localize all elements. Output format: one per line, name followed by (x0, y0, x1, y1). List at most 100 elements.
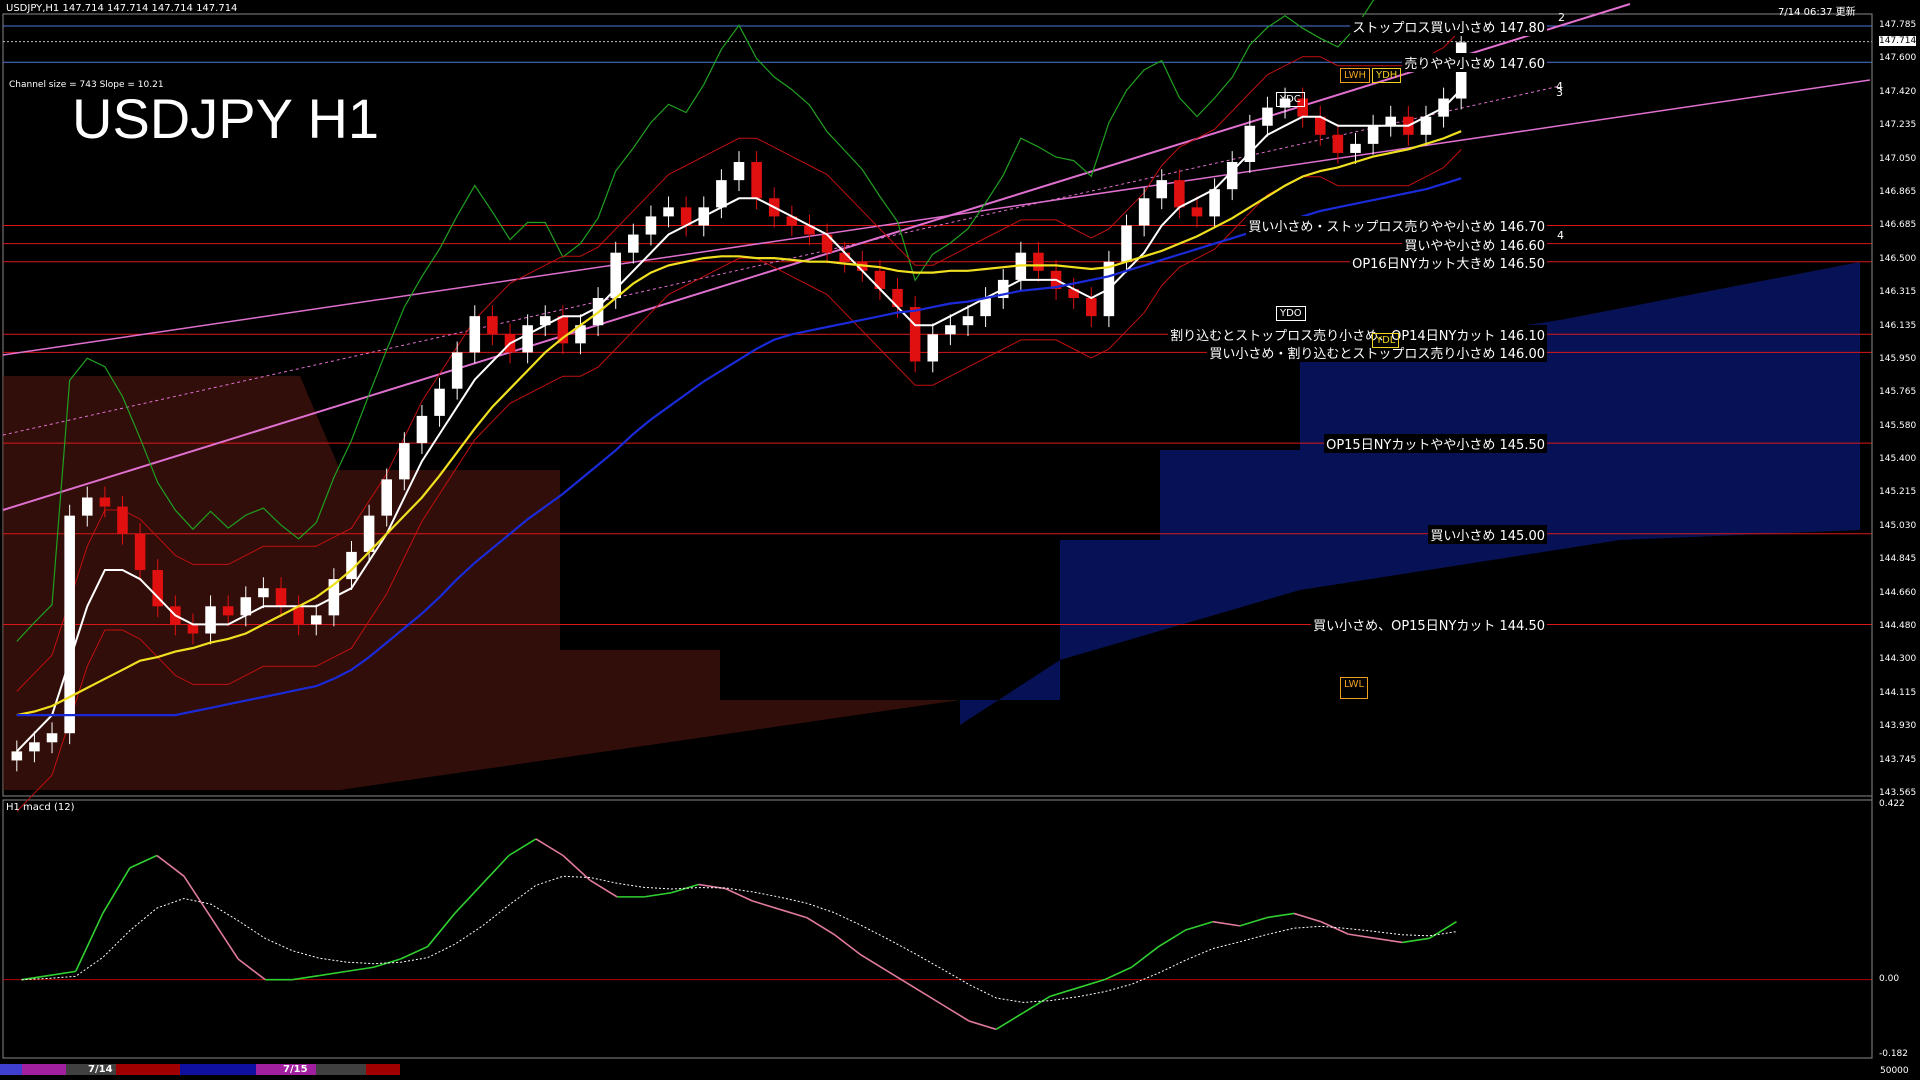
candle-body (81, 497, 93, 516)
candle-body (222, 606, 234, 616)
session-seg (316, 1064, 366, 1075)
macd-segment (941, 1003, 970, 1022)
macd-segment (454, 883, 483, 914)
macd-segment (833, 933, 862, 956)
candle-body (1385, 116, 1397, 126)
macd-tick-label: -0.182 (1879, 1049, 1909, 1059)
candle-body (1086, 298, 1097, 317)
price-tick-label: 146.865 (1879, 186, 1917, 197)
level-label: OP15日NYカットやや小さめ 145.50 (1324, 434, 1547, 454)
candle-body (275, 588, 287, 607)
session-seg (180, 1064, 256, 1075)
candle-body (1033, 252, 1044, 271)
macd-segment (779, 908, 807, 919)
candle-body (11, 751, 23, 761)
price-chart (2, 0, 1873, 1059)
chart-title: USDJPY H1 (72, 87, 380, 150)
macd-segment (1293, 912, 1322, 923)
candle-body (751, 162, 762, 199)
candle-body (610, 252, 621, 299)
macd-segment (995, 1012, 1024, 1031)
price-tick-label: 144.845 (1879, 554, 1917, 565)
macd-segment (1158, 929, 1187, 948)
badge-ydo: YDO (1276, 306, 1306, 321)
badge-ydh: YDH (1372, 68, 1402, 83)
price-tick-label: 146.500 (1879, 253, 1917, 264)
price-tick-label: 146.135 (1879, 320, 1917, 331)
macd-segment (1402, 937, 1430, 944)
candle-body (1262, 107, 1273, 126)
badge-ydl: YDL (1372, 333, 1400, 348)
level-label: 売りやや小さめ 147.60 (1402, 53, 1547, 73)
candle-body (64, 515, 75, 734)
price-tick-label: 146.315 (1879, 287, 1917, 298)
price-tick-label: 143.745 (1879, 754, 1917, 765)
macd-segment (102, 867, 131, 914)
price-tick-label: 145.950 (1879, 353, 1917, 364)
channel-tag-mid2: 3 (1556, 86, 1563, 99)
price-tick-label: 144.660 (1879, 587, 1917, 598)
price-tick-label: 145.215 (1879, 487, 1917, 498)
macd-segment (1212, 920, 1240, 927)
macd-segment (806, 916, 835, 935)
price-tick-label: 144.480 (1879, 621, 1917, 632)
macd-tick-label: 0.422 (1879, 799, 1905, 809)
session-seg (22, 1064, 66, 1075)
badge-ydc: YDC (1276, 92, 1305, 107)
price-tick-label: 145.030 (1879, 520, 1917, 531)
macd-segment (1428, 921, 1457, 939)
macd-segment (346, 966, 374, 973)
macd-segment (1239, 916, 1268, 927)
macd-segment (237, 958, 266, 981)
candle-body (1209, 189, 1220, 217)
macd-segment (1104, 966, 1132, 981)
session-seg (116, 1064, 180, 1075)
candle-body (187, 624, 199, 634)
macd-segment (1022, 995, 1051, 1014)
badge-lwh: LWH (1340, 68, 1371, 83)
candle-body (1121, 225, 1132, 262)
candle-body (1156, 180, 1168, 199)
candle-body (962, 316, 974, 326)
price-tick-label: 147.420 (1879, 86, 1917, 97)
macd-segment (1131, 945, 1160, 968)
macd-segment (427, 912, 456, 948)
level-label: 買い小さめ 145.00 (1428, 524, 1547, 544)
candle-body (46, 733, 58, 743)
macd-segment (725, 887, 753, 902)
price-tick-label: 145.400 (1879, 454, 1917, 465)
price-tick-label: 143.565 (1879, 788, 1917, 798)
candle-body (522, 325, 533, 353)
candle-body (99, 497, 111, 507)
level-label: OP16日NYカット大きめ 146.50 (1350, 252, 1547, 272)
macd-segment (319, 970, 347, 977)
macd-segment (74, 913, 104, 972)
macd-segment (1266, 912, 1295, 919)
level-label: ストップロス買い小さめ 147.80 (1350, 17, 1547, 36)
candle-body (645, 216, 657, 235)
macd-segment (1375, 937, 1403, 944)
macd-segment (508, 838, 537, 857)
macd-label: H1 macd (12) (6, 802, 75, 813)
update-time: 7/14 06:37 更新 (1778, 7, 1856, 18)
candle-body (909, 307, 921, 362)
macd-segment (1077, 978, 1105, 989)
macd-segment (183, 875, 212, 919)
candle-body (927, 334, 939, 362)
price-tick-label: 145.580 (1879, 420, 1917, 431)
macd-segment (644, 891, 672, 898)
candle-body (663, 207, 674, 217)
macd-segment (752, 900, 780, 911)
price-tick-label: 144.115 (1879, 687, 1917, 698)
macd-segment (400, 945, 428, 960)
price-tick-label: 145.765 (1879, 387, 1917, 398)
macd-segment (129, 854, 158, 869)
macd-segment (292, 974, 320, 981)
channel-tag-upper: 2 (1558, 11, 1565, 24)
candle-body (381, 479, 392, 516)
price-tick-label: 147.600 (1879, 53, 1917, 64)
candle-body (134, 533, 146, 571)
date-label: 7/15 (283, 1064, 308, 1075)
session-seg (0, 1064, 22, 1075)
macd-series (3, 838, 1872, 1031)
